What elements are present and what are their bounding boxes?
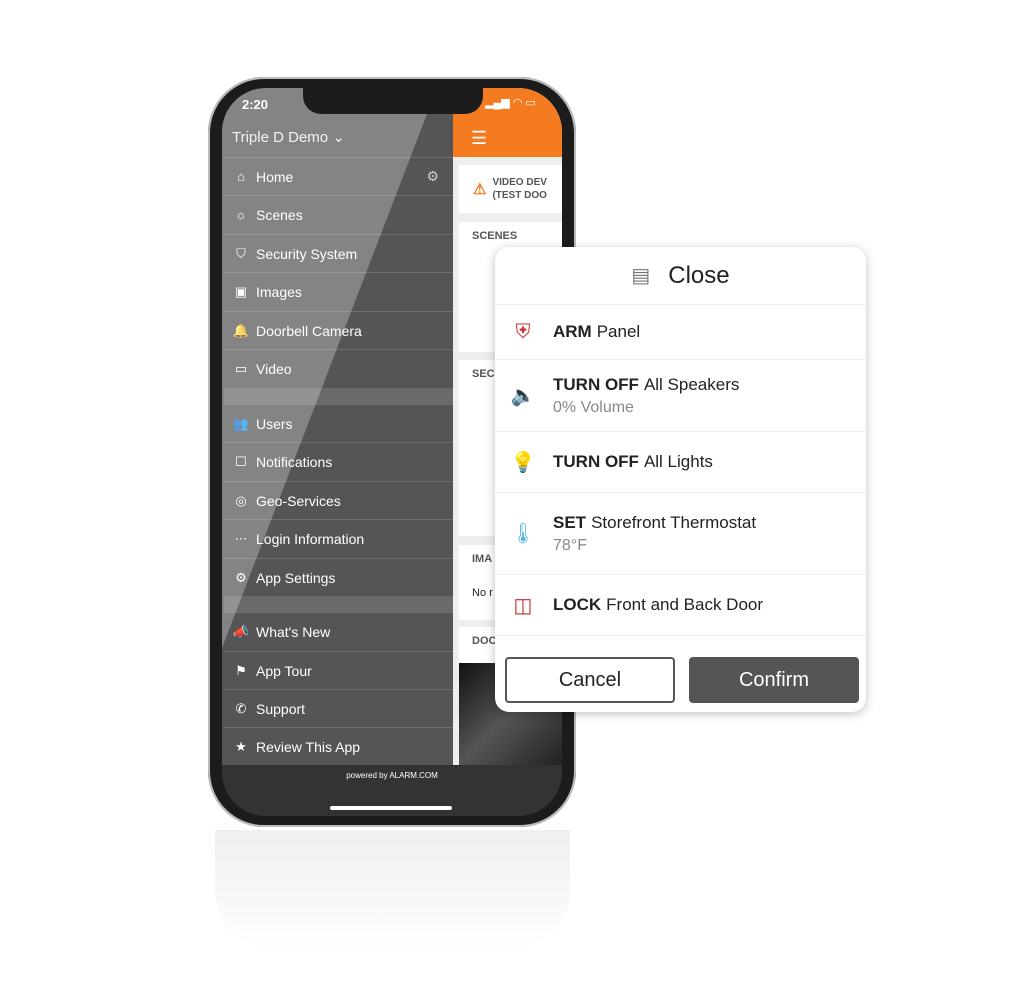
signpost-icon: ⚑ <box>235 662 247 678</box>
login-icon: ⋯ <box>234 530 248 546</box>
sidebar-item-label: Review This App <box>256 738 361 755</box>
sidebar-item-label: Security System <box>256 245 358 262</box>
storefront-icon: ▤ <box>631 265 651 287</box>
sidebar-separator <box>224 596 453 612</box>
sidebar-item-label: App Tour <box>256 662 312 679</box>
sidebar-item-label: Users <box>256 415 293 432</box>
scene-confirm-modal: ▤ Close ⛨ ARM Panel 🔈 TURN OFF All Speakers 0%… <box>495 247 866 712</box>
action-target: Panel <box>596 322 641 341</box>
alert-text: VIDEO DEV (TEST DOO <box>492 177 547 201</box>
confirm-button[interactable]: Confirm <box>689 657 859 703</box>
action-verb: TURN OFF <box>553 374 639 394</box>
sidebar-item-login-information[interactable]: ⋯ Login Information <box>224 519 453 557</box>
shield-icon: ⛉ <box>236 245 246 261</box>
speaker-icon: 🔈 <box>510 385 536 407</box>
action-verb: ARM <box>553 322 592 341</box>
sidebar-item-label: Doorbell Camera <box>256 322 362 339</box>
star-icon: ★ <box>235 738 247 754</box>
modal-title: Close <box>668 261 730 289</box>
action-target: All Lights <box>643 452 713 471</box>
thermostat-icon: 🌡 <box>510 523 536 545</box>
cancel-button[interactable]: Cancel <box>505 657 675 703</box>
users-icon: 👥 <box>232 415 250 431</box>
action-verb: LOCK <box>553 595 602 614</box>
phone-reflection <box>215 830 570 950</box>
sidebar-item-label: Login Information <box>256 530 365 547</box>
scene-action-row: 💡 TURN OFF All Lights <box>495 432 866 493</box>
phone-icon: ✆ <box>235 700 247 716</box>
sidebar-item-label: Images <box>256 283 302 300</box>
action-detail: 78°F <box>553 536 587 554</box>
section-title: DOC <box>472 635 497 647</box>
chevron-down-icon: ⌄ <box>332 129 345 146</box>
status-time: 2:20 <box>242 97 269 112</box>
action-target: Front and Back Door <box>606 595 764 614</box>
notch <box>303 88 483 114</box>
sidebar-item-app-settings[interactable]: ⚙ App Settings <box>224 558 453 596</box>
warning-icon: ⚠ <box>473 181 487 198</box>
alert-card[interactable]: ⚠ VIDEO DEV (TEST DOO <box>459 165 562 213</box>
sidebar-item-notifications[interactable]: ☐ Notifications <box>224 442 453 480</box>
scene-action-row: ◫ LOCK Front and Back Door <box>495 575 866 636</box>
home-indicator <box>330 806 452 810</box>
sidebar-item-app-tour[interactable]: ⚑ App Tour <box>224 651 453 689</box>
sidebar-item-images[interactable]: ▣ Images <box>224 272 453 310</box>
account-name: Triple D Demo <box>232 129 329 146</box>
megaphone-icon: 📣 <box>232 623 250 639</box>
sidebar-item-scenes[interactable]: ☼ Scenes <box>224 195 453 233</box>
settings-icon: ⚙ <box>235 569 247 585</box>
sidebar-item-video[interactable]: ▭ Video <box>224 349 453 387</box>
scene-action-row: ⛨ ARM Panel <box>495 305 866 360</box>
account-selector[interactable]: Triple D Demo ⌄ <box>232 128 345 146</box>
sidebar-item-label: App Settings <box>256 569 336 586</box>
notification-icon: ☐ <box>235 453 247 469</box>
video-icon: ▭ <box>234 360 248 376</box>
section-title: IMA <box>472 553 493 565</box>
lightbulb-icon: 💡 <box>510 451 536 474</box>
sidebar-item-label: Geo-Services <box>256 492 341 509</box>
sidebar-item-support[interactable]: ✆ Support <box>224 689 453 727</box>
sidebar-item-label: What's New <box>256 623 331 640</box>
sidebar-separator <box>224 388 453 404</box>
home-icon: ⌂ <box>237 169 245 184</box>
sidebar-item-label: Scenes <box>256 206 303 223</box>
status-icons: ▂▄▆ ◠ ▭ <box>485 97 536 109</box>
sidebar-item-label: Video <box>256 360 292 377</box>
sidebar-item-security-system[interactable]: ⛉ Security System <box>224 234 453 272</box>
section-title: SEC <box>472 368 495 380</box>
sidebar-item-what-s-new[interactable]: 📣 What's New <box>224 612 453 650</box>
scenes-icon: ☼ <box>235 207 247 222</box>
action-verb: TURN OFF <box>553 452 639 471</box>
sidebar-item-users[interactable]: 👥 Users <box>224 404 453 442</box>
action-target: Storefront Thermostat <box>591 512 757 532</box>
action-target: All Speakers <box>643 374 740 394</box>
gear-icon[interactable]: ⚙ <box>426 168 439 185</box>
shield-check-icon: ⛨ <box>515 320 531 343</box>
sidebar-item-doorbell-camera[interactable]: 🔔 Doorbell Camera <box>224 311 453 349</box>
image-icon: ▣ <box>234 283 248 299</box>
sidebar-item-label: Support <box>256 700 306 717</box>
sidebar-item-home[interactable]: ⌂ Home ⚙ <box>224 157 453 195</box>
scene-action-row: 🔈 TURN OFF All Speakers 0% Volume <box>495 360 866 432</box>
scene-action-row: 🌡 SET Storefront Thermostat 78°F <box>495 493 866 575</box>
action-verb: SET <box>553 512 587 532</box>
action-detail: 0% Volume <box>553 398 634 416</box>
modal-header: ▤ Close <box>495 247 866 305</box>
door-lock-icon: ◫ <box>513 594 533 617</box>
menu-icon[interactable]: ☰ <box>471 128 487 149</box>
section-title: SCENES <box>472 230 518 242</box>
sidebar-item-geo-services[interactable]: ◎ Geo-Services <box>224 481 453 519</box>
sidebar: 2:20 Triple D Demo ⌄ ⌂ Home ⚙ ☼ Scenes ⛉ Secur… <box>222 88 453 765</box>
compass-icon: ◎ <box>235 492 247 508</box>
bell-icon: 🔔 <box>232 322 250 338</box>
sidebar-item-review-this-app[interactable]: ★ Review This App <box>224 727 453 765</box>
sidebar-item-label: Home <box>256 168 294 185</box>
sidebar-item-label: Notifications <box>256 453 333 470</box>
